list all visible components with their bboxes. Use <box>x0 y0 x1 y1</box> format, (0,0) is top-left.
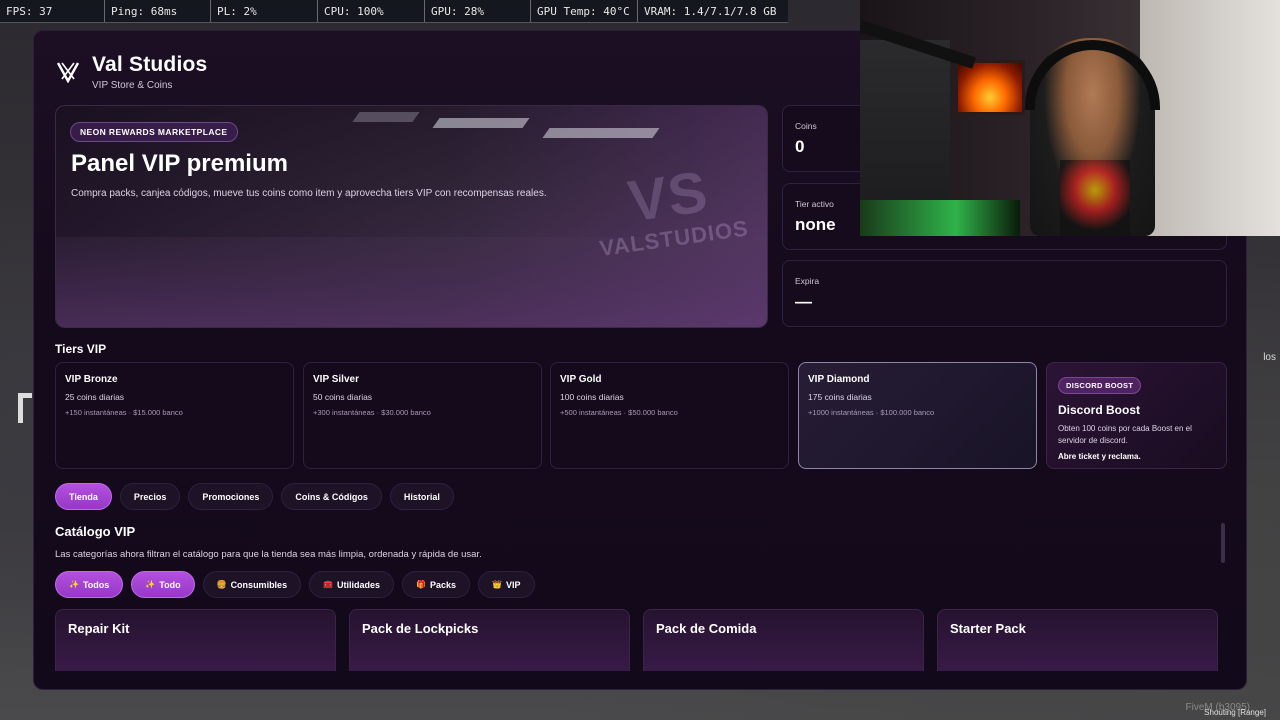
tier-extra: +1000 instantáneas · $100.000 banco <box>808 408 935 417</box>
val-studios-logo-icon <box>56 62 80 83</box>
catalog-subtitle: Las categorías ahora filtran el catálogo… <box>55 549 482 560</box>
discord-ticket-link[interactable]: Abre ticket y reclama. <box>1058 452 1215 461</box>
product-name: Pack de Comida <box>656 621 757 636</box>
brand-subtitle: VIP Store & Coins <box>92 80 173 91</box>
tier-name: VIP Silver <box>313 374 359 385</box>
webcam-keyboard-light <box>860 200 1020 236</box>
main-tabs: Tienda Precios Promociones Coins & Códig… <box>55 483 454 510</box>
hero-banner: VS VALSTUDIOS NEON REWARDS MARKETPLACE P… <box>55 105 768 328</box>
gpu-readout: GPU: 28% <box>425 0 531 22</box>
webcam-fireplace-screen <box>955 60 1025 115</box>
expira-value: — <box>795 292 812 311</box>
expira-label: Expira <box>795 276 820 286</box>
tier-card-bronze[interactable]: VIP Bronze 25 coins diarias +150 instant… <box>55 362 294 469</box>
filter-label: Consumibles <box>230 579 288 590</box>
filter-todo[interactable]: ✨ Todo <box>131 571 195 598</box>
discord-boost-card[interactable]: DISCORD BOOST Discord Boost Obten 100 co… <box>1046 362 1227 469</box>
tier-name: VIP Bronze <box>65 374 118 385</box>
product-card[interactable]: Starter Pack <box>937 609 1218 671</box>
discord-title: Discord Boost <box>1058 403 1141 417</box>
tab-historial[interactable]: Historial <box>389 483 454 510</box>
panel-header: Val Studios VIP Store & Coins <box>56 53 207 91</box>
product-name: Starter Pack <box>950 621 1026 636</box>
hero-title: Panel VIP premium <box>71 150 288 177</box>
webcam-shirt-graphic <box>1060 160 1130 236</box>
toolbox-icon: 🧰 <box>323 580 334 589</box>
fps-readout: FPS: 37 <box>0 0 105 22</box>
tier-daily: 175 coins diarias <box>808 392 872 402</box>
hud-fragment-left <box>18 393 32 423</box>
ceiling-light <box>432 118 530 128</box>
filter-label: Todos <box>82 579 110 590</box>
product-name: Pack de Lockpicks <box>362 621 479 636</box>
ceiling-light <box>352 112 420 122</box>
tab-promociones[interactable]: Promociones <box>188 483 274 510</box>
tab-coins-codigos[interactable]: Coins & Códigos <box>281 483 382 510</box>
tier-daily: 100 coins diarias <box>560 392 624 402</box>
gift-icon: 🎁 <box>416 580 427 589</box>
expira-stat-card: Expira — <box>782 260 1227 327</box>
ping-readout: Ping: 68ms <box>105 0 211 22</box>
cpu-readout: CPU: 100% <box>318 0 425 22</box>
tiers-section-title: Tiers VIP <box>55 342 107 356</box>
brand-title: Val Studios <box>92 53 208 76</box>
hero-badge: NEON REWARDS MARKETPLACE <box>70 122 238 142</box>
filter-label: Packs <box>430 579 457 590</box>
filter-label: Todo <box>159 579 181 590</box>
discord-badge: DISCORD BOOST <box>1058 377 1142 394</box>
tier-daily: 50 coins diarias <box>313 392 373 402</box>
tier-extra: +300 instantáneas · $30.000 banco <box>313 408 431 417</box>
tier-name: VIP Diamond <box>808 374 870 385</box>
filter-utilidades[interactable]: 🧰 Utilidades <box>309 571 395 598</box>
ceiling-light <box>542 128 660 138</box>
tier-card-silver[interactable]: VIP Silver 50 coins diarias +300 instant… <box>303 362 542 469</box>
voice-status: Shouting [Range] <box>1204 708 1266 717</box>
hud-fragment-right: los <box>1263 352 1276 363</box>
tier-daily: 25 coins diarias <box>65 392 125 402</box>
tab-tienda[interactable]: Tienda <box>55 483 112 510</box>
product-card[interactable]: Pack de Lockpicks <box>349 609 630 671</box>
webcam-overlay <box>860 0 1280 236</box>
webcam-wall <box>1140 0 1280 236</box>
tier-name: VIP Gold <box>560 374 602 385</box>
filter-packs[interactable]: 🎁 Packs <box>402 571 471 598</box>
filter-label: Utilidades <box>337 579 381 590</box>
tier-card-gold[interactable]: VIP Gold 100 coins diarias +500 instantá… <box>550 362 789 469</box>
hero-description: Compra packs, canjea códigos, mueve tus … <box>71 188 547 199</box>
catalog-title: Catálogo VIP <box>55 524 136 539</box>
crown-icon: 👑 <box>492 580 503 589</box>
product-card[interactable]: Repair Kit <box>55 609 336 671</box>
burger-icon: 🍔 <box>216 580 227 589</box>
catalog-scrollbar[interactable] <box>1221 523 1225 563</box>
filter-vip[interactable]: 👑 VIP <box>478 571 535 598</box>
product-card[interactable]: Pack de Comida <box>643 609 924 671</box>
tier-extra: +150 instantáneas · $15.000 banco <box>65 408 183 417</box>
filter-consumibles[interactable]: 🍔 Consumibles <box>202 571 302 598</box>
gpu-temp-readout: GPU Temp: 40°C <box>531 0 638 22</box>
filter-todos[interactable]: ✨ Todos <box>55 571 124 598</box>
discord-description: Obten 100 coins por cada Boost en el ser… <box>1058 424 1192 445</box>
category-filters: ✨ Todos ✨ Todo 🍔 Consumibles 🧰 Utilidade… <box>55 571 535 598</box>
tier-extra: +500 instantáneas · $50.000 banco <box>560 408 678 417</box>
vram-readout: VRAM: 1.4/7.1/7.8 GB <box>644 5 777 18</box>
tab-precios[interactable]: Precios <box>119 483 181 510</box>
product-name: Repair Kit <box>68 621 130 636</box>
tier-card-diamond[interactable]: VIP Diamond 175 coins diarias +1000 inst… <box>798 362 1037 469</box>
sparkles-icon: ✨ <box>145 580 156 589</box>
filter-label: VIP <box>506 579 521 590</box>
packet-loss-readout: PL: 2% <box>211 0 318 22</box>
sparkles-icon: ✨ <box>69 580 79 589</box>
performance-overlay: FPS: 37 Ping: 68ms PL: 2% CPU: 100% GPU:… <box>0 0 788 23</box>
